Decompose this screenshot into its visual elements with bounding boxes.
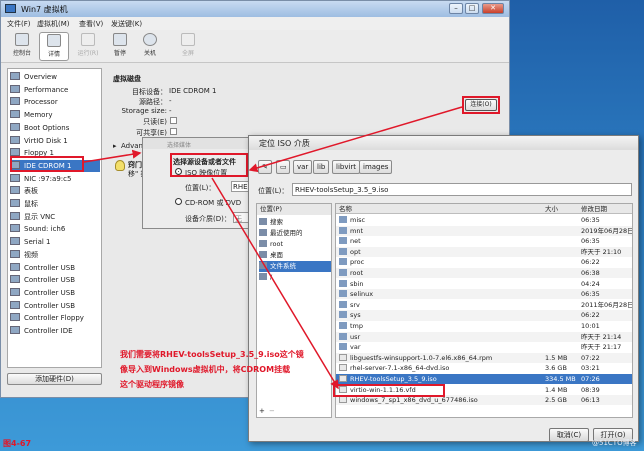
annotation-line-1: 我们需要将RHEV-toolsSetup_3.5_9.iso这个镜 xyxy=(120,350,304,359)
arrow-cdrom-to-dialog xyxy=(83,149,142,163)
watermark: @51CTO博客 xyxy=(592,439,637,447)
arrow-connect-to-iso-option xyxy=(248,106,463,173)
annotation-text: 我们需要将RHEV-toolsSetup_3.5_9.iso这个镜 像导入到Wi… xyxy=(120,347,338,392)
annotation-line-2: 像导入到Windows虚拟机中，将CDROM挂载 xyxy=(120,365,291,374)
figure-label: 图4-67 xyxy=(3,439,32,448)
cdrom-highlight xyxy=(10,155,84,172)
annotation-line-3: 这个驱动程序镜像 xyxy=(120,380,184,389)
